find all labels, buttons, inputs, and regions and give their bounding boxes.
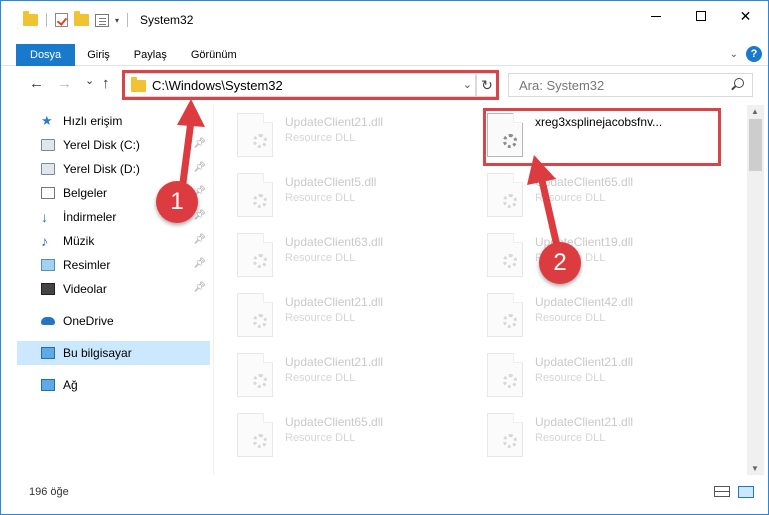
file-explorer-window: ▾ System32 ✕ Dosya Giriş Paylaş Görünüm …: [0, 0, 769, 515]
arrow-2-icon: [527, 155, 561, 250]
step-2-badge: 2: [539, 242, 581, 284]
step-1-badge: 1: [156, 181, 198, 223]
annotation-arrows: [177, 99, 561, 250]
